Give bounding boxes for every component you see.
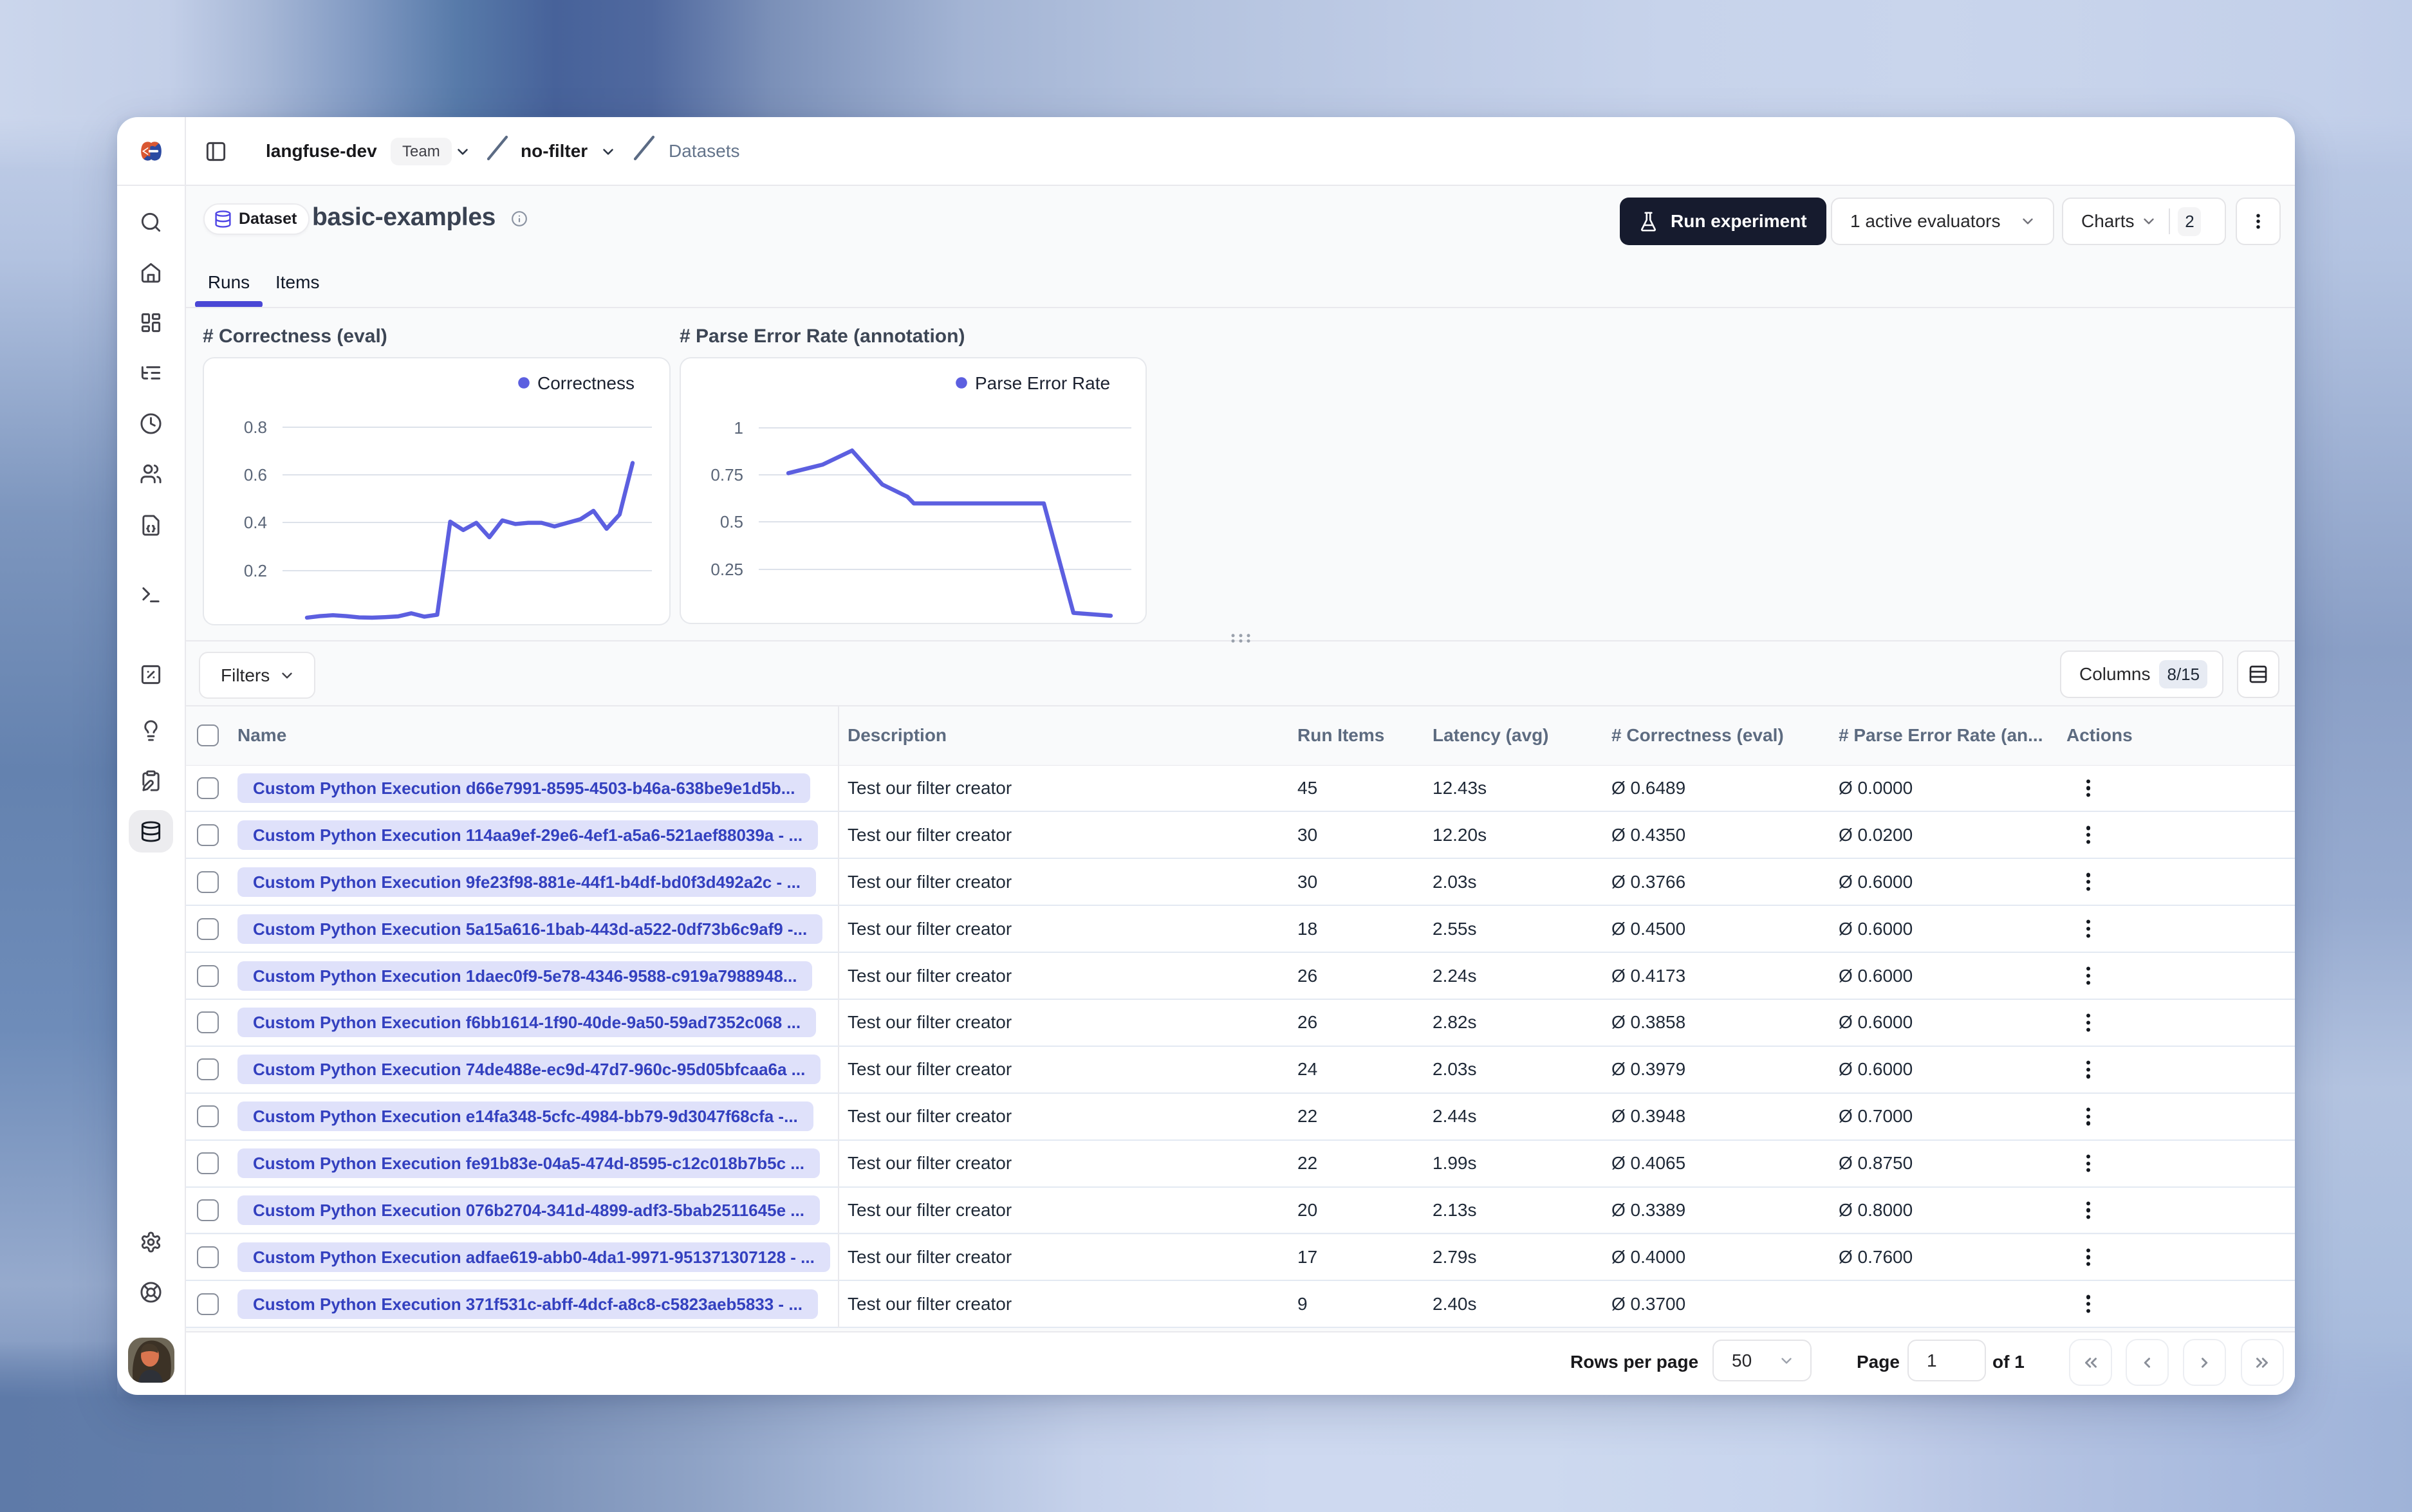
svg-text:0.8: 0.8 bbox=[244, 418, 267, 437]
svg-text:0.25: 0.25 bbox=[710, 560, 743, 579]
svg-text:0.5: 0.5 bbox=[720, 512, 743, 531]
svg-text:Parse Error Rate: Parse Error Rate bbox=[975, 373, 1110, 393]
svg-text:Correctness: Correctness bbox=[537, 373, 635, 393]
svg-text:0.6: 0.6 bbox=[244, 465, 267, 484]
svg-text:0.2: 0.2 bbox=[244, 561, 267, 580]
svg-text:1: 1 bbox=[734, 418, 743, 438]
svg-text:0.4: 0.4 bbox=[244, 513, 267, 532]
svg-text:0.75: 0.75 bbox=[710, 465, 743, 484]
